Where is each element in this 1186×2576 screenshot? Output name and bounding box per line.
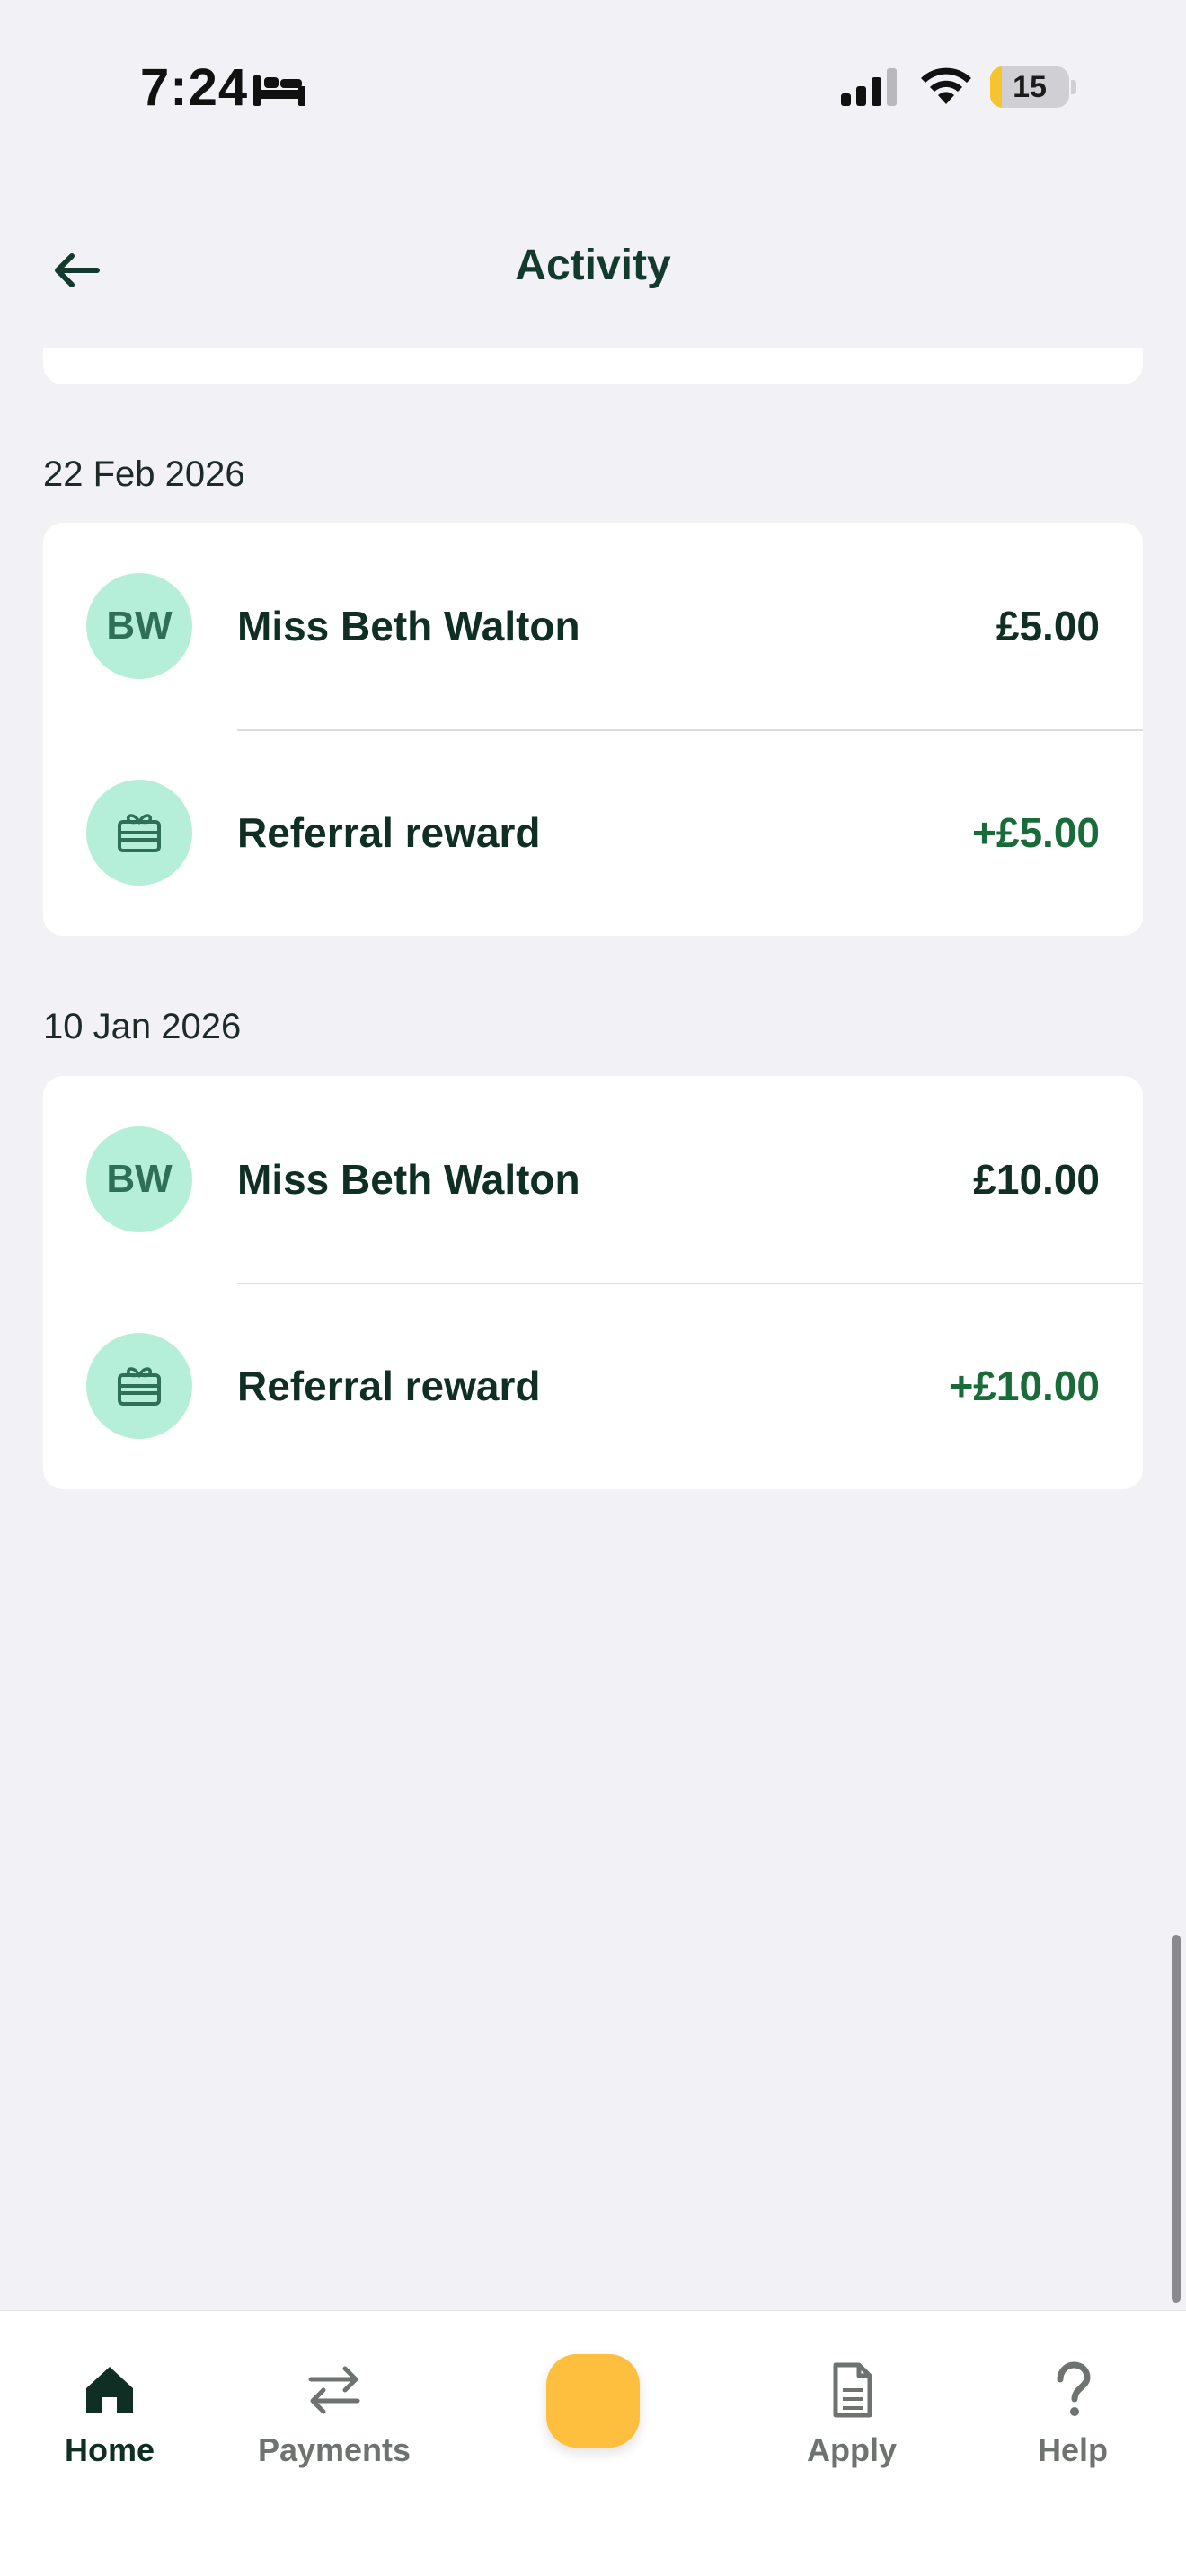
transaction-title: Referral reward (237, 1363, 541, 1409)
home-icon (86, 2367, 133, 2413)
transaction-row[interactable]: BW Miss Beth Walton £10.00 (43, 1076, 1143, 1284)
nav-home[interactable]: Home (56, 2311, 164, 2491)
avatar: BW (86, 573, 192, 679)
avatar-initials: BW (106, 1157, 173, 1201)
nav-help[interactable]: Help (1019, 2311, 1127, 2491)
transaction-amount: £5.00 (996, 603, 1100, 649)
avatar: BW (86, 1126, 192, 1232)
nav-payments-label: Payments (257, 2431, 412, 2468)
wifi-icon (921, 67, 971, 104)
gift-card-icon (118, 814, 161, 852)
activity-screen: 7:24 15 Activity 22 Feb 2026 BW Miss Bet… (0, 0, 1186, 2576)
nav-apply[interactable]: Apply (798, 2311, 906, 2491)
transaction-amount: +£5.00 (972, 809, 1100, 856)
transaction-title: Referral reward (237, 809, 541, 856)
question-mark-icon (1057, 2361, 1091, 2416)
transaction-card: BW Miss Beth Walton £5.00 Referral rewar… (43, 523, 1143, 936)
bed-icon (253, 75, 305, 106)
reward-avatar (86, 780, 192, 886)
nav-payments[interactable]: Payments (253, 2311, 415, 2491)
status-time: 7:24 (140, 58, 249, 117)
reward-avatar (86, 1333, 192, 1439)
transaction-row[interactable]: BW Miss Beth Walton £5.00 (43, 523, 1143, 731)
transaction-card: BW Miss Beth Walton £10.00 Referral rewa… (43, 1076, 1143, 1489)
transaction-row[interactable]: Referral reward +£5.00 (43, 729, 1143, 936)
scrollbar[interactable] (1172, 1935, 1181, 2303)
previous-card-edge (43, 348, 1143, 384)
gift-card-icon (118, 1367, 161, 1406)
transaction-amount: +£10.00 (949, 1363, 1100, 1409)
center-action-button[interactable] (546, 2354, 640, 2448)
transaction-amount: £10.00 (973, 1156, 1100, 1203)
date-heading: 10 Jan 2026 (43, 1007, 242, 1046)
battery-indicator: 15 (990, 66, 1076, 108)
transfer-arrows-icon (308, 2366, 360, 2414)
nav-help-label: Help (1037, 2431, 1108, 2468)
document-icon (833, 2362, 872, 2418)
avatar-initials: BW (106, 604, 173, 648)
battery-level-text: 15 (1013, 70, 1047, 104)
date-heading: 22 Feb 2026 (43, 454, 245, 494)
transaction-title: Miss Beth Walton (237, 1156, 580, 1203)
bottom-navigation: Home Payments Apply Help (0, 2310, 1186, 2576)
nav-home-label: Home (64, 2431, 155, 2468)
transaction-row[interactable]: Referral reward +£10.00 (43, 1283, 1143, 1489)
transaction-title: Miss Beth Walton (237, 603, 580, 649)
nav-apply-label: Apply (806, 2431, 897, 2468)
cellular-signal-icon (841, 68, 897, 106)
page-title: Activity (515, 242, 671, 289)
